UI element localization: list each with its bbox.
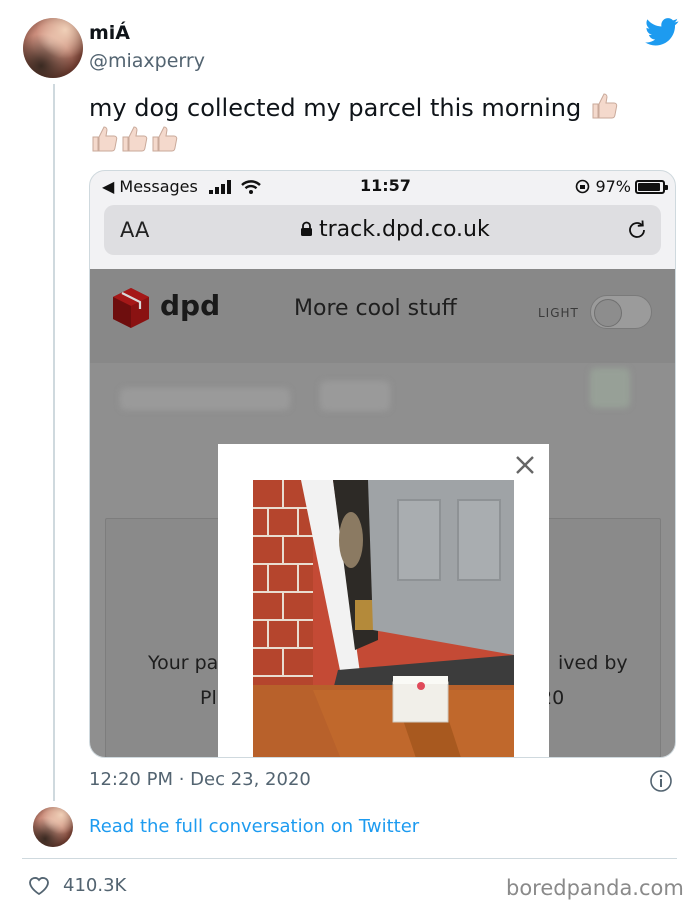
dpd-wordmark[interactable]: dpd — [160, 289, 220, 322]
twitter-bird-icon[interactable] — [645, 18, 679, 46]
tweet-media-screenshot[interactable]: ◀ Messages 11:57 97% AA track.dpd.co.uk … — [89, 170, 676, 758]
like-count[interactable]: 410.3K — [63, 875, 126, 896]
wifi-icon — [241, 180, 261, 194]
close-icon[interactable] — [514, 454, 536, 476]
divider — [22, 858, 677, 859]
watermark: boredpanda.com — [506, 876, 684, 900]
lock-icon — [301, 221, 312, 236]
tweet-body: my dog collected my parcel this morning — [89, 94, 582, 122]
phone-clock: 11:57 — [360, 176, 411, 195]
display-name[interactable]: miÁ — [89, 22, 130, 44]
status-text-left-2: Pl — [200, 687, 217, 709]
thumbs-up-emoji-icon — [122, 126, 148, 152]
tweet-timestamp[interactable]: 12:20 PM · Dec 23, 2020 — [89, 769, 311, 790]
thumbs-up-emoji-icon — [92, 126, 118, 152]
battery-icon — [635, 180, 668, 194]
phone-battery-status: 97% — [575, 177, 668, 196]
address-bar[interactable]: AA track.dpd.co.uk — [104, 205, 661, 255]
status-text-left: Your pa — [148, 652, 219, 674]
thumbs-up-emoji-icon — [592, 93, 618, 119]
status-text-right: ived by — [558, 652, 628, 674]
delivery-photo — [253, 480, 514, 757]
more-cool-stuff-link[interactable]: More cool stuff — [294, 296, 457, 321]
dpd-logo-icon[interactable] — [112, 287, 150, 329]
heart-icon[interactable] — [27, 874, 51, 896]
phone-status-bar: ◀ Messages 11:57 97% — [90, 171, 675, 201]
theme-label: LIGHT — [538, 306, 579, 320]
dpd-site-header: dpd More cool stuff LIGHT — [90, 269, 675, 363]
orientation-lock-icon — [576, 179, 590, 194]
reload-icon[interactable] — [625, 218, 649, 242]
tweet-text: my dog collected my parcel this morning — [89, 92, 659, 158]
browser-toolbar: AA track.dpd.co.uk — [90, 201, 675, 269]
author-avatar-small[interactable] — [33, 807, 73, 847]
url-field[interactable]: track.dpd.co.uk — [300, 217, 490, 242]
thumbs-up-emoji-icon — [152, 126, 178, 152]
user-handle[interactable]: @miaxperry — [89, 50, 205, 72]
info-icon[interactable] — [649, 769, 673, 793]
theme-toggle[interactable] — [590, 295, 652, 329]
text-size-button[interactable]: AA — [120, 218, 149, 242]
delivery-photo-modal — [218, 444, 549, 757]
back-to-messages: ◀ Messages — [102, 177, 261, 196]
author-avatar[interactable] — [23, 18, 83, 78]
thread-line — [53, 84, 55, 801]
read-conversation-link[interactable]: Read the full conversation on Twitter — [89, 816, 419, 837]
signal-icon — [208, 180, 231, 194]
